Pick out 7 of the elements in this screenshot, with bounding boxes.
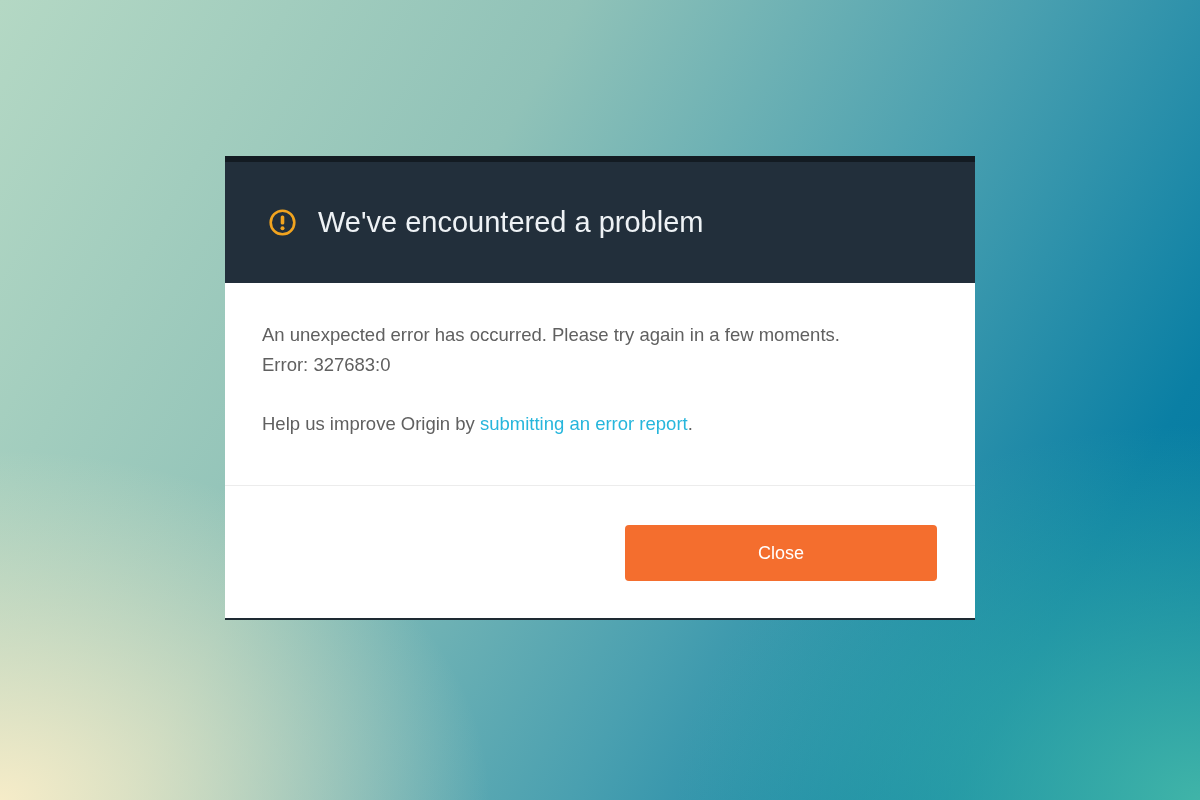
error-report-link[interactable]: submitting an error report	[480, 413, 688, 434]
dialog-title: We've encountered a problem	[318, 206, 704, 239]
warning-icon	[269, 209, 296, 236]
close-button[interactable]: Close	[625, 525, 937, 581]
help-text: Help us improve Origin by submitting an error report.	[262, 412, 694, 436]
error-code: Error: 327683:0	[262, 353, 392, 377]
error-message: An unexpected error has occurred. Please try again in a few moments.	[262, 323, 841, 347]
